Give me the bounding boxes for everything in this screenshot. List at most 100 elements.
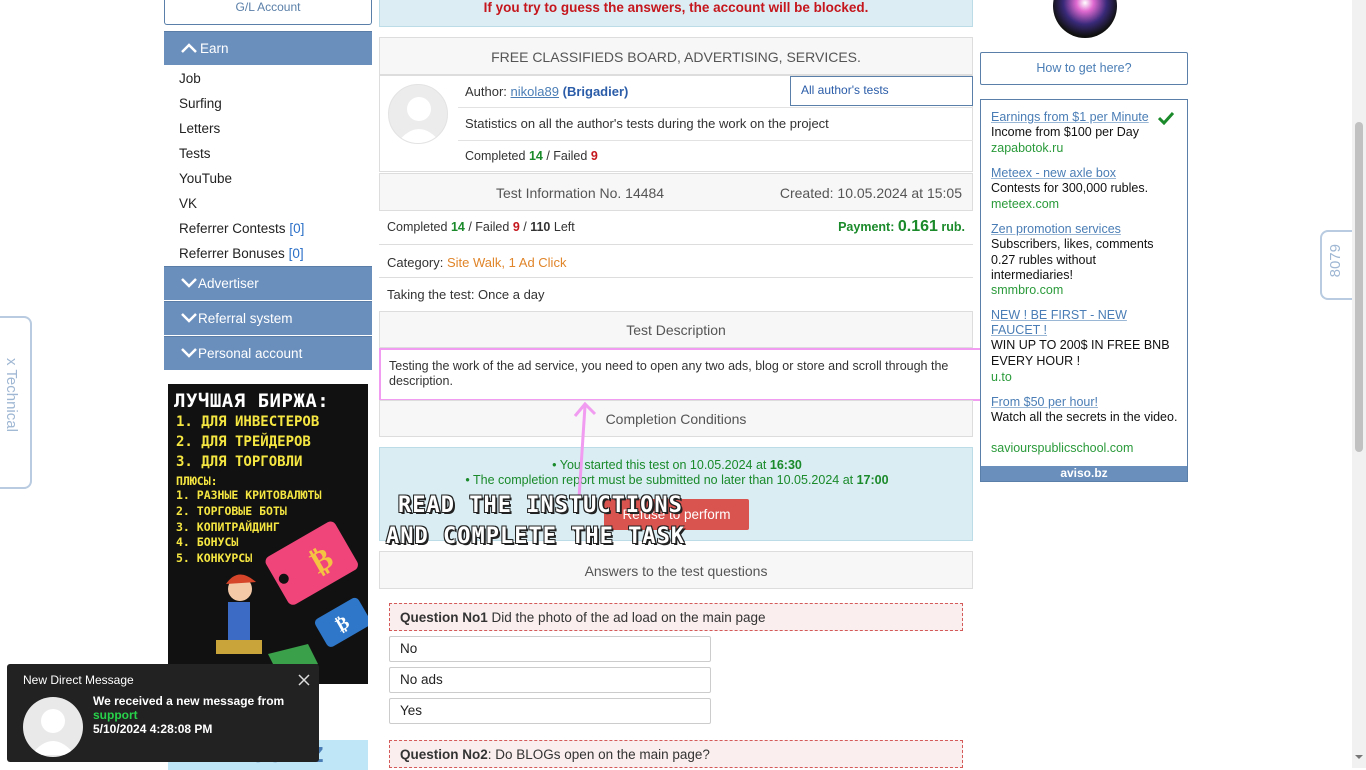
conditions-header: Completion Conditions	[379, 400, 973, 437]
answer-option[interactable]: Yes	[389, 698, 711, 724]
earn-section-header[interactable]: Earn	[164, 31, 372, 65]
counter-tab-label: 8079	[1327, 244, 1344, 278]
ad-title-link[interactable]: Meteex - new axle box	[991, 166, 1116, 180]
ad-url[interactable]: meteex.com	[991, 197, 1059, 211]
menu-label: Referrer Bonuses	[179, 246, 285, 261]
menu-item-job[interactable]: Job	[179, 71, 201, 86]
advertiser-section-header[interactable]: Advertiser	[164, 266, 372, 300]
payment-line: Payment: 0.161 rub.	[838, 218, 965, 236]
author-rank: (Brigadier)	[562, 84, 629, 99]
menu-label: Surfing	[179, 96, 222, 111]
menu-label: Referrer Contests	[179, 221, 286, 236]
description-header-label: Test Description	[626, 322, 726, 338]
answer-option[interactable]: No	[389, 636, 711, 662]
failed-count: 9	[590, 149, 598, 163]
pointer-arrow-overlay	[573, 401, 597, 499]
ad-text: Contests for 300,000 rubles.	[991, 181, 1149, 195]
ad-url[interactable]: saviourspublicschool.com	[991, 441, 1133, 455]
ad-text: Income from $100 per Day	[991, 125, 1139, 139]
scroll-down-arrow-icon[interactable]	[1352, 752, 1366, 762]
ads-panel: Earnings from $1 per Minute Income from …	[980, 99, 1188, 482]
question-text: : Do BLOGs open on the main page?	[487, 747, 710, 762]
menu-item-referrer-contests[interactable]: Referrer Contests [0]	[179, 221, 304, 236]
close-icon[interactable]	[298, 674, 310, 686]
ad-title-link[interactable]: Earnings from $1 per Minute	[991, 110, 1149, 124]
completed-label: Completed	[387, 220, 448, 234]
ad-title-link[interactable]: From $50 per hour!	[991, 395, 1098, 409]
personal-section-header[interactable]: Personal account	[164, 336, 372, 370]
board-title: FREE CLASSIFIEDS BOARD, ADVERTISING, SER…	[491, 49, 861, 65]
exchange-banner[interactable]: ЛУЧШАЯ БИРЖА: 1. ДЛЯ ИНВЕСТЕРОВ 2. ДЛЯ Т…	[168, 384, 368, 684]
completed-count: 14	[528, 149, 543, 163]
overlay-caption-line1: READ THE INSTUCTIONS	[398, 493, 683, 518]
technical-side-tab[interactable]: x Technical	[0, 316, 32, 489]
menu-item-vk[interactable]: VK	[179, 196, 197, 211]
referral-section-header[interactable]: Referral system	[164, 301, 372, 335]
chevron-down-icon	[181, 278, 197, 288]
personal-label: Personal account	[198, 346, 303, 361]
ad-title-link[interactable]: Zen promotion services	[991, 222, 1121, 236]
toast-avatar	[23, 697, 83, 757]
answer-option[interactable]: No ads	[389, 667, 711, 693]
author-completed-line: Completed 14 / Failed 9	[465, 149, 598, 163]
failed-count: 9	[512, 220, 520, 234]
taking-frequency: Taking the test: Once a day	[387, 287, 545, 302]
board-title-box: FREE CLASSIFIEDS BOARD, ADVERTISING, SER…	[379, 37, 973, 75]
ads-footer[interactable]: aviso.bz	[981, 466, 1187, 481]
page-scrollbar[interactable]	[1352, 0, 1366, 768]
description-box: Testing the work of the ad service, you …	[379, 348, 983, 401]
question-text: Did the photo of the ad load on the main…	[491, 610, 766, 625]
divider	[379, 277, 973, 278]
scrollbar-thumb[interactable]	[1355, 122, 1363, 452]
technical-tab-label: x Technical	[3, 358, 20, 432]
ads-footer-label: aviso.bz	[1060, 466, 1108, 480]
completed-count: 14	[450, 220, 465, 234]
deadline-text: • The completion report must be submitte…	[465, 473, 854, 487]
menu-item-referrer-bonuses[interactable]: Referrer Bonuses [0]	[179, 246, 304, 261]
ad-url[interactable]: u.to	[991, 370, 1012, 384]
ad-url[interactable]: zapabotok.ru	[991, 141, 1063, 155]
all-authors-tests-button[interactable]: All author's tests	[790, 76, 973, 106]
menu-label: Tests	[179, 146, 211, 161]
payment-unit: rub.	[941, 220, 965, 234]
bitcoin-tag-illustration: ₿ ₿	[216, 521, 368, 674]
warning-banner: If you try to guess the answers, the acc…	[379, 0, 973, 27]
user-silhouette-icon	[397, 97, 441, 143]
promo-ball-image[interactable]	[1053, 0, 1117, 38]
author-link[interactable]: nikola89	[511, 84, 559, 99]
menu-item-surfing[interactable]: Surfing	[179, 96, 222, 111]
how-to-get-here-button[interactable]: How to get here?	[980, 52, 1188, 85]
author-line: Author: nikola89 (Brigadier)	[465, 84, 628, 99]
user-silhouette-icon	[31, 709, 75, 755]
menu-label: Job	[179, 71, 201, 86]
chevron-down-icon	[181, 313, 197, 323]
toast-title: New Direct Message	[23, 673, 134, 687]
direct-message-toast[interactable]: New Direct Message We received a new mes…	[7, 664, 319, 762]
toast-sender[interactable]: support	[93, 708, 138, 722]
ad-url[interactable]: smmbro.com	[991, 283, 1063, 297]
test-info-header: Test Information No. 14484 Created: 10.0…	[379, 173, 973, 211]
toast-message: We received a new message from	[93, 694, 285, 708]
failed-label: / Failed	[546, 149, 588, 163]
left-label: Left	[553, 220, 575, 234]
counter-side-tab[interactable]: 8079	[1320, 230, 1352, 300]
advertiser-label: Advertiser	[198, 276, 259, 291]
check-icon	[1158, 111, 1174, 125]
author-box: Author: nikola89 (Brigadier) All author'…	[379, 75, 973, 172]
menu-item-tests[interactable]: Tests	[179, 146, 211, 161]
divider	[458, 107, 973, 108]
description-text: Testing the work of the ad service, you …	[389, 359, 949, 388]
ad-title-link[interactable]: NEW ! BE FIRST - NEW FAUCET !	[991, 308, 1161, 338]
menu-label: Letters	[179, 121, 221, 136]
test-info-title: Test Information No. 14484	[496, 185, 665, 201]
author-label: Author:	[465, 84, 507, 99]
gl-account-button[interactable]: G/L Account	[164, 0, 372, 25]
created-date: Created: 10.05.2024 at 15:05	[779, 185, 962, 201]
conditions-header-label: Completion Conditions	[605, 411, 747, 427]
question-number: Question No2	[400, 747, 488, 762]
menu-item-letters[interactable]: Letters	[179, 121, 220, 136]
overlay-caption-line2: AND COMPLETE THE TASK	[386, 524, 686, 549]
menu-item-youtube[interactable]: YouTube	[179, 171, 232, 186]
started-line: • You started this test on 10.05.2024 at…	[380, 458, 974, 472]
menu-label: VK	[179, 196, 198, 211]
